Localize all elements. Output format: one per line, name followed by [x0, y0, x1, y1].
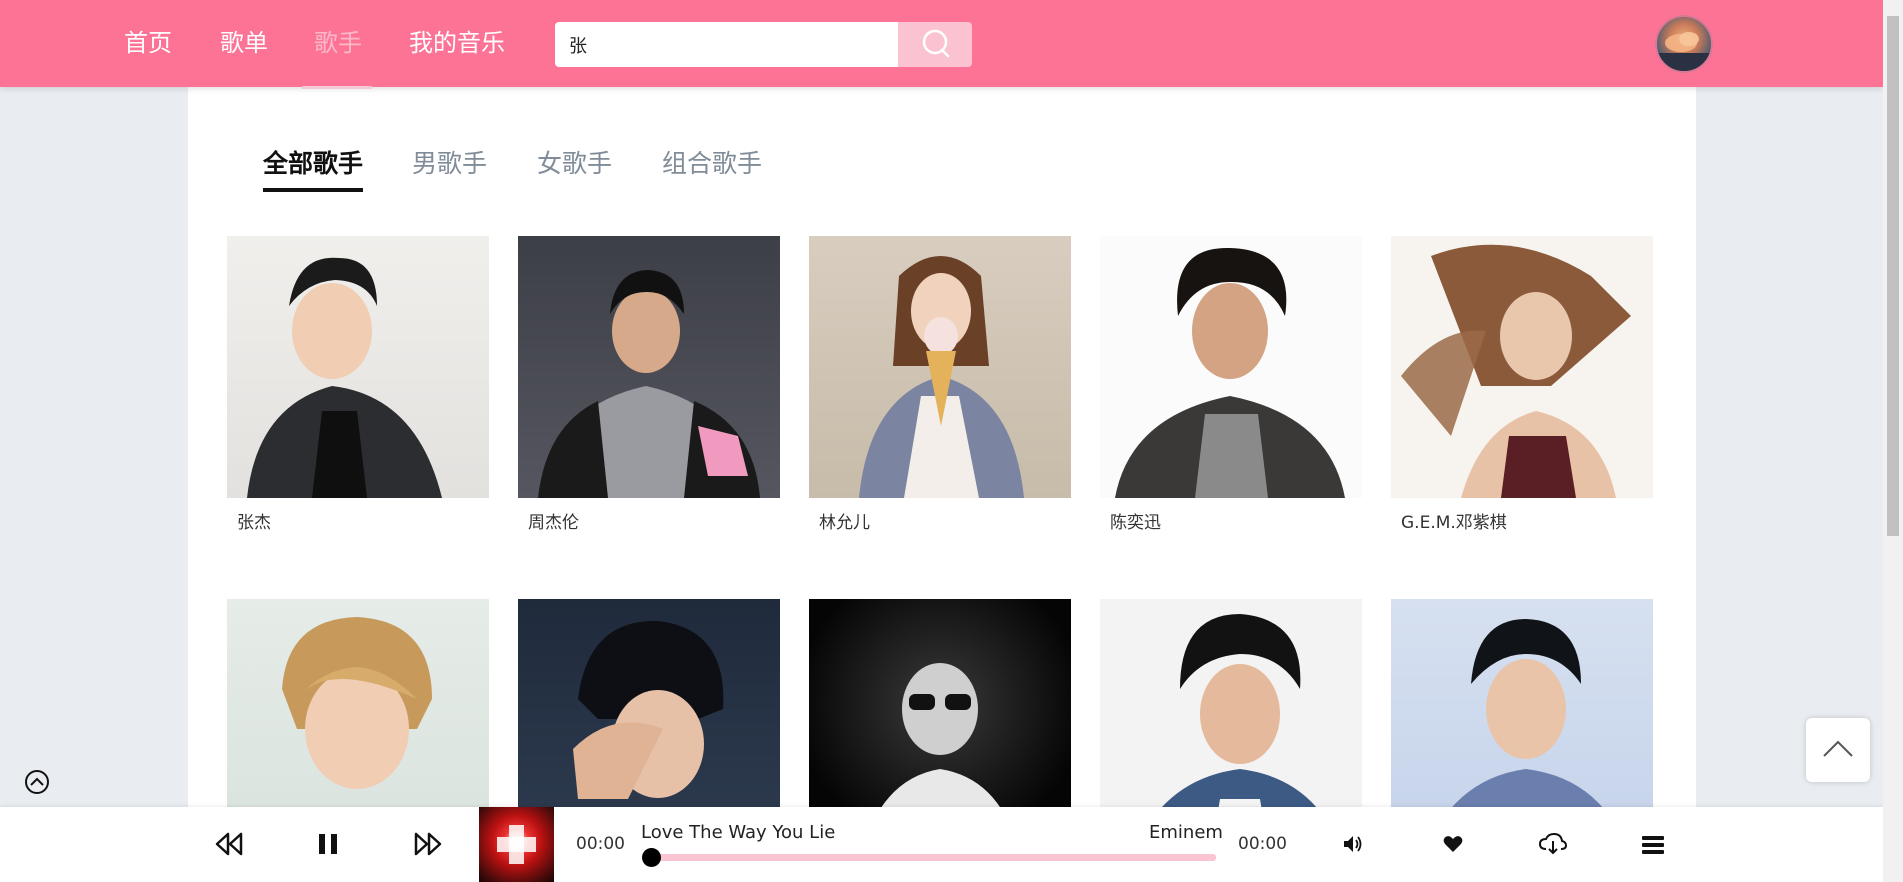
singer-name: G.E.M.邓紫棋	[1401, 513, 1507, 533]
tab-all-singers[interactable]: 全部歌手	[263, 147, 363, 181]
back-to-top-button[interactable]	[1806, 718, 1870, 782]
search-icon	[922, 29, 950, 58]
song-artist: Eminem	[1149, 822, 1223, 843]
pause-icon	[319, 834, 337, 854]
music-player-bar: 00:00 Love The Way You Lie Eminem 00:00	[0, 807, 1883, 882]
volume-button[interactable]	[1343, 835, 1363, 857]
singer-photo	[227, 236, 489, 498]
singer-photo	[518, 236, 780, 498]
singer-name: 陈奕迅	[1110, 513, 1161, 533]
search-input[interactable]	[555, 22, 898, 67]
song-title: Love The Way You Lie	[641, 822, 836, 843]
nav-active-indicator	[302, 86, 372, 89]
search-button[interactable]	[898, 22, 972, 67]
next-button[interactable]	[414, 832, 442, 860]
user-avatar[interactable]	[1655, 15, 1713, 73]
singer-photo	[1100, 236, 1362, 498]
tab-active-indicator	[263, 188, 363, 192]
pause-button[interactable]	[318, 833, 338, 859]
fast-forward-icon	[414, 832, 442, 856]
current-time: 00:00	[576, 834, 625, 854]
previous-button[interactable]	[215, 832, 243, 860]
singer-card[interactable]: 林允儿	[809, 236, 1071, 533]
download-icon	[1538, 832, 1568, 855]
singer-name: 张杰	[237, 513, 271, 533]
tab-male-singers[interactable]: 男歌手	[412, 147, 487, 181]
playlist-menu-button[interactable]	[1641, 835, 1665, 859]
avatar-image	[1657, 32, 1711, 71]
nav-my-music[interactable]: 我的音乐	[409, 26, 505, 60]
singer-card[interactable]: G.E.M.邓紫棋	[1391, 236, 1653, 533]
top-navigation-bar: 首页 歌单 歌手 我的音乐	[0, 0, 1883, 89]
collapse-chevron-icon	[25, 770, 49, 794]
progress-handle[interactable]	[642, 848, 661, 867]
album-cover[interactable]	[479, 807, 554, 882]
chevron-up-icon	[1823, 740, 1853, 757]
singer-card[interactable]: 张杰	[227, 236, 489, 533]
volume-icon	[1344, 836, 1362, 852]
playlist-menu-icon	[1642, 836, 1664, 854]
singer-card[interactable]: 周杰伦	[518, 236, 780, 533]
scrollbar-thumb[interactable]	[1887, 16, 1899, 536]
like-button[interactable]	[1443, 835, 1463, 857]
singer-photo	[1391, 236, 1653, 498]
singer-card[interactable]: 陈奕迅	[1100, 236, 1362, 533]
download-button[interactable]	[1538, 832, 1568, 859]
progress-bar[interactable]	[642, 848, 1216, 867]
singer-photo	[809, 236, 1071, 498]
singer-name: 林允儿	[819, 513, 870, 533]
nav-home[interactable]: 首页	[124, 26, 172, 60]
collapse-player-button[interactable]	[24, 769, 50, 795]
total-time: 00:00	[1238, 834, 1287, 854]
tab-group-singers[interactable]: 组合歌手	[662, 147, 762, 181]
page-scrollbar[interactable]	[1883, 0, 1903, 882]
nav-playlists[interactable]: 歌单	[220, 26, 268, 60]
rewind-icon	[215, 832, 243, 856]
nav-singers[interactable]: 歌手	[314, 26, 362, 60]
heart-icon	[1443, 836, 1463, 852]
tab-female-singers[interactable]: 女歌手	[537, 147, 612, 181]
singer-name: 周杰伦	[528, 513, 579, 533]
singer-list-panel: 全部歌手 男歌手 女歌手 组合歌手 张杰 周杰伦 林允儿 陈奕迅 G.E.M.邓…	[188, 87, 1696, 861]
